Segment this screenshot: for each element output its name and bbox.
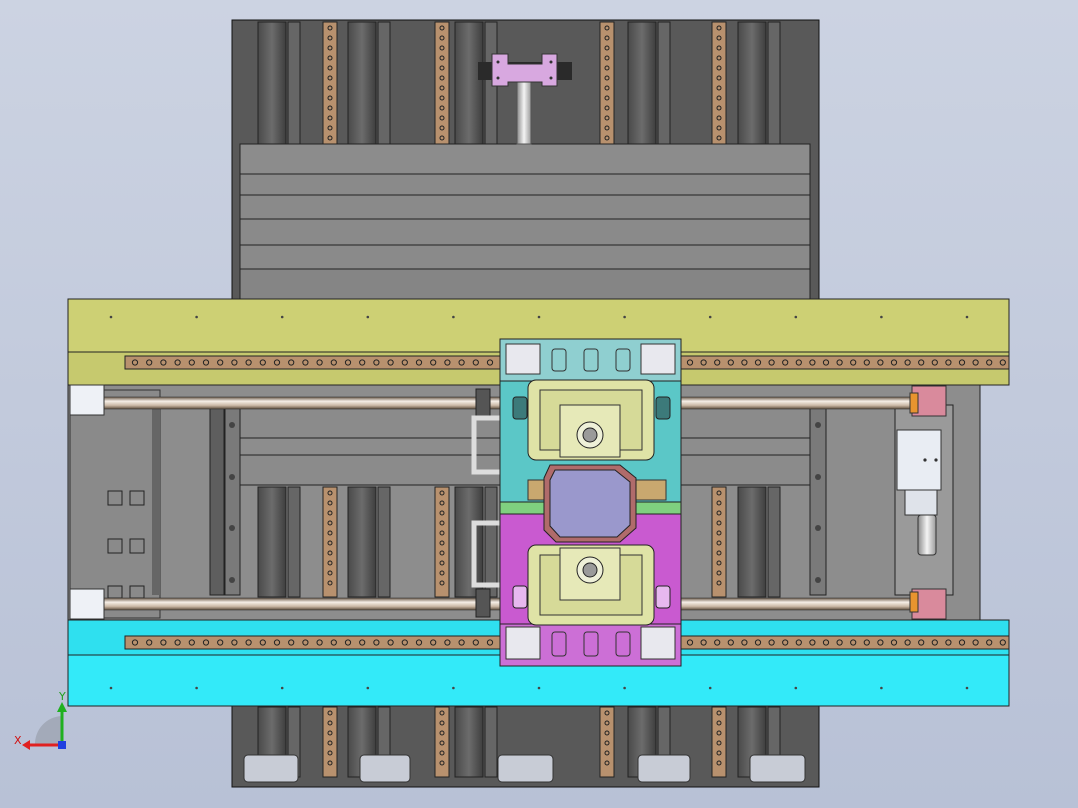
lower-chuck[interactable] xyxy=(527,544,655,626)
axis-x-label: X xyxy=(14,734,22,747)
axis-y-label: Y xyxy=(58,690,66,703)
cad-graphics-viewport[interactable]: Y X xyxy=(0,0,1078,808)
upper-chuck[interactable] xyxy=(527,379,655,461)
axes-triad: Y X xyxy=(14,690,67,750)
